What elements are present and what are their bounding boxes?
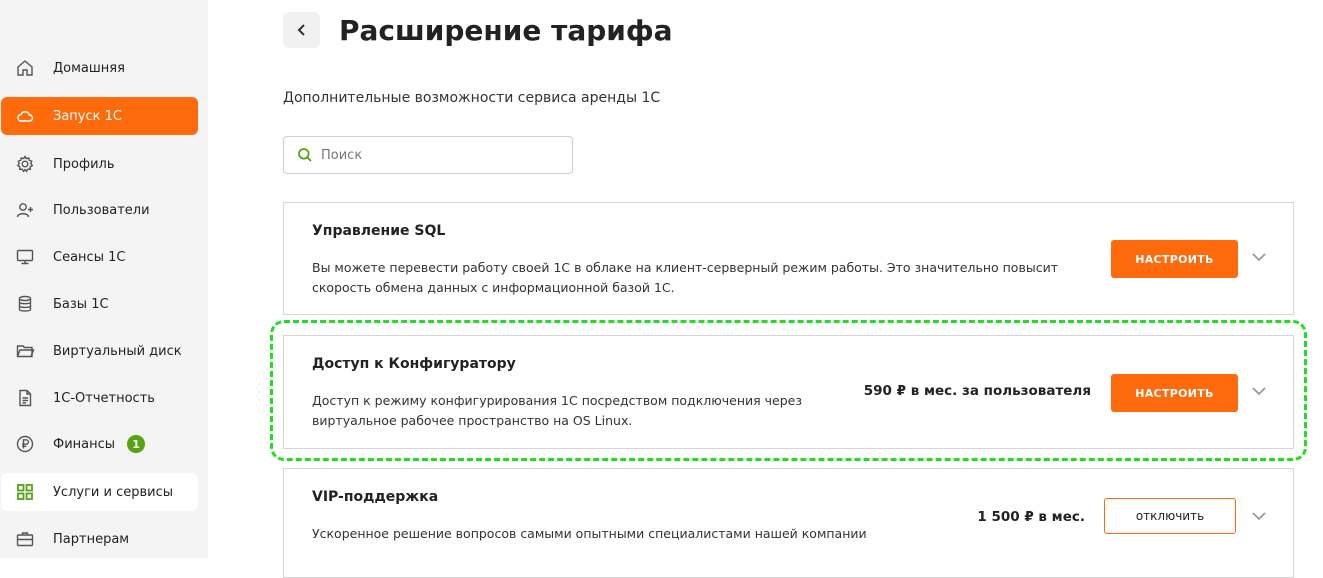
sidebar-item-label: Услуги и сервисы — [53, 484, 173, 500]
sidebar-item-reporting-1c[interactable]: 1С-Отчетность — [1, 379, 198, 417]
sidebar-item-label: 1С-Отчетность — [53, 390, 155, 406]
chevron-down-icon[interactable] — [1249, 506, 1269, 526]
sidebar-item-partners[interactable]: Партнерам — [1, 520, 198, 558]
finance-badge: 1 — [127, 435, 146, 453]
briefcase-icon — [14, 528, 36, 550]
service-card-vip-support: VIP-поддержка Ускоренное решение вопросо… — [283, 468, 1294, 578]
configure-button[interactable]: НАСТРОИТЬ — [1111, 240, 1238, 278]
home-icon — [14, 57, 36, 79]
sidebar-item-sessions-1c[interactable]: Сеансы 1С — [1, 238, 198, 276]
folder-icon — [14, 340, 36, 362]
sidebar-item-label: Базы 1С — [53, 296, 109, 312]
back-button[interactable] — [283, 12, 320, 48]
chevron-down-icon[interactable] — [1249, 381, 1269, 401]
sidebar-item-launch-1c[interactable]: Запуск 1С — [1, 97, 198, 135]
search-input[interactable] — [321, 147, 551, 163]
sidebar-item-label: Виртуальный диск — [53, 343, 182, 359]
sidebar-item-users[interactable]: Пользователи — [1, 191, 198, 229]
sidebar-item-label: Финансы — [53, 436, 116, 452]
sidebar-item-label: Сеансы 1С — [53, 249, 126, 265]
service-title: VIP-поддержка — [312, 489, 439, 505]
database-icon — [14, 293, 36, 315]
sidebar-item-label: Партнерам — [53, 531, 130, 547]
service-price: 1 500 ₽ в мес. — [977, 509, 1085, 525]
sidebar-item-label: Домашняя — [53, 60, 125, 76]
search-icon — [297, 147, 313, 163]
service-title: Управление SQL — [312, 223, 446, 239]
search-box — [283, 136, 573, 174]
page-title: Расширение тарифа — [339, 14, 673, 47]
chevron-left-icon — [297, 24, 305, 36]
ruble-icon — [14, 433, 36, 455]
configure-button[interactable]: НАСТРОИТЬ — [1111, 374, 1238, 412]
disable-button[interactable]: отключить — [1104, 498, 1236, 534]
grid-icon — [14, 481, 36, 503]
chevron-down-icon[interactable] — [1249, 247, 1269, 267]
document-icon — [14, 387, 36, 409]
service-description: Ускоренное решение вопросов самыми опытн… — [312, 526, 867, 541]
service-description: Доступ к режиму конфигурирования 1С поср… — [312, 393, 802, 428]
sidebar-item-virtual-disk[interactable]: Виртуальный диск — [1, 332, 198, 370]
monitor-icon — [14, 246, 36, 268]
sidebar-item-home[interactable]: Домашняя — [1, 49, 198, 87]
sidebar-item-finance[interactable]: Финансы 1 — [1, 425, 198, 463]
sidebar-item-bases-1c[interactable]: Базы 1С — [1, 285, 198, 323]
service-title: Доступ к Конфигуратору — [312, 356, 516, 372]
service-card-sql: Управление SQL Вы можете перевести работ… — [283, 202, 1294, 315]
sidebar: Домашняя Запуск 1С Профиль Пользователи … — [0, 0, 208, 558]
service-price: 590 ₽ в мес. за пользователя — [863, 383, 1091, 399]
cloud-icon — [14, 105, 36, 127]
sidebar-item-profile[interactable]: Профиль — [1, 145, 198, 183]
gear-icon — [14, 153, 36, 175]
user-plus-icon — [14, 199, 36, 221]
service-card-configurator: Доступ к Конфигуратору Доступ к режиму к… — [283, 335, 1294, 449]
sidebar-item-services[interactable]: Услуги и сервисы — [1, 473, 198, 511]
page-subtitle: Дополнительные возможности сервиса аренд… — [283, 90, 661, 106]
service-description: Вы можете перевести работу своей 1С в об… — [312, 260, 1058, 295]
sidebar-item-label: Профиль — [53, 156, 115, 172]
sidebar-item-label: Запуск 1С — [53, 108, 122, 124]
sidebar-item-label: Пользователи — [53, 202, 150, 218]
